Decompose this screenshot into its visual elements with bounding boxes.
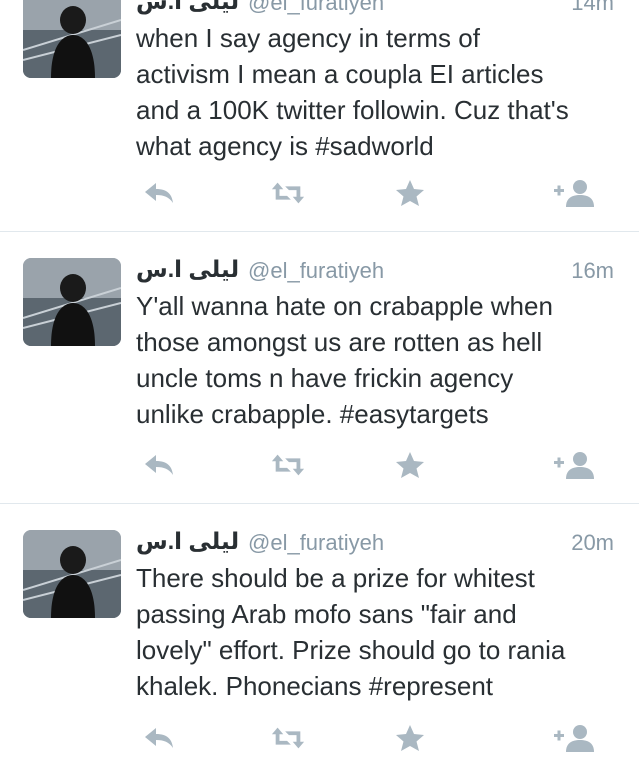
tweet[interactable]: ليلى ا.س @el_furatiyeh 20m There should … — [0, 504, 639, 776]
reply-button[interactable] — [141, 177, 177, 209]
timestamp: 14m — [571, 0, 614, 15]
display-name[interactable]: ليلى ا.س — [136, 528, 239, 555]
user-handle[interactable]: @el_furatiyeh — [248, 0, 384, 16]
display-name[interactable]: ليلى ا.س — [136, 256, 239, 283]
follow-button[interactable] — [553, 449, 597, 481]
tweet[interactable]: ليلى ا.س @el_furatiyeh 16m Y'all wanna h… — [0, 232, 639, 504]
follow-button[interactable] — [553, 177, 597, 209]
tweet-actions — [0, 177, 639, 209]
favorite-icon — [396, 725, 424, 751]
avatar[interactable] — [23, 0, 121, 78]
timestamp: 16m — [571, 258, 614, 283]
follow-icon — [554, 180, 594, 207]
follow-icon — [554, 725, 594, 752]
tweet-text: There should be a prize for whitest pass… — [136, 563, 566, 701]
avatar[interactable] — [23, 258, 121, 346]
tweet-text: when I say agency in terms of activism I… — [136, 23, 569, 161]
retweet-icon — [271, 182, 305, 204]
retweet-button[interactable] — [270, 722, 306, 754]
retweet-button[interactable] — [270, 449, 306, 481]
retweet-button[interactable] — [270, 177, 306, 209]
tweet-header: ليلى ا.س @el_furatiyeh 16m — [136, 252, 614, 286]
retweet-icon — [271, 454, 305, 476]
follow-button[interactable] — [553, 722, 597, 754]
tweet-header: ليلى ا.س @el_furatiyeh 14m — [136, 0, 614, 18]
favorite-button[interactable] — [392, 177, 428, 209]
avatar[interactable] — [23, 530, 121, 618]
reply-button[interactable] — [141, 722, 177, 754]
favorite-icon — [396, 180, 424, 206]
reply-icon — [145, 728, 173, 748]
display-name[interactable]: ليلى ا.س — [136, 0, 239, 15]
retweet-icon — [271, 727, 305, 749]
reply-icon — [145, 455, 173, 475]
user-handle[interactable]: @el_furatiyeh — [248, 530, 384, 556]
tweet-header: ليلى ا.س @el_furatiyeh 20m — [136, 524, 614, 558]
reply-button[interactable] — [141, 449, 177, 481]
tweet-actions — [0, 449, 639, 481]
timestamp: 20m — [571, 530, 614, 555]
reply-icon — [145, 183, 173, 203]
favorite-icon — [396, 452, 424, 478]
user-handle[interactable]: @el_furatiyeh — [248, 258, 384, 284]
follow-icon — [554, 452, 594, 479]
favorite-button[interactable] — [392, 449, 428, 481]
tweet[interactable]: ليلى ا.س @el_furatiyeh 14m when I say ag… — [0, 0, 639, 232]
tweet-text: Y'all wanna hate on crabapple when those… — [136, 291, 553, 429]
tweet-actions — [0, 722, 639, 754]
favorite-button[interactable] — [392, 722, 428, 754]
